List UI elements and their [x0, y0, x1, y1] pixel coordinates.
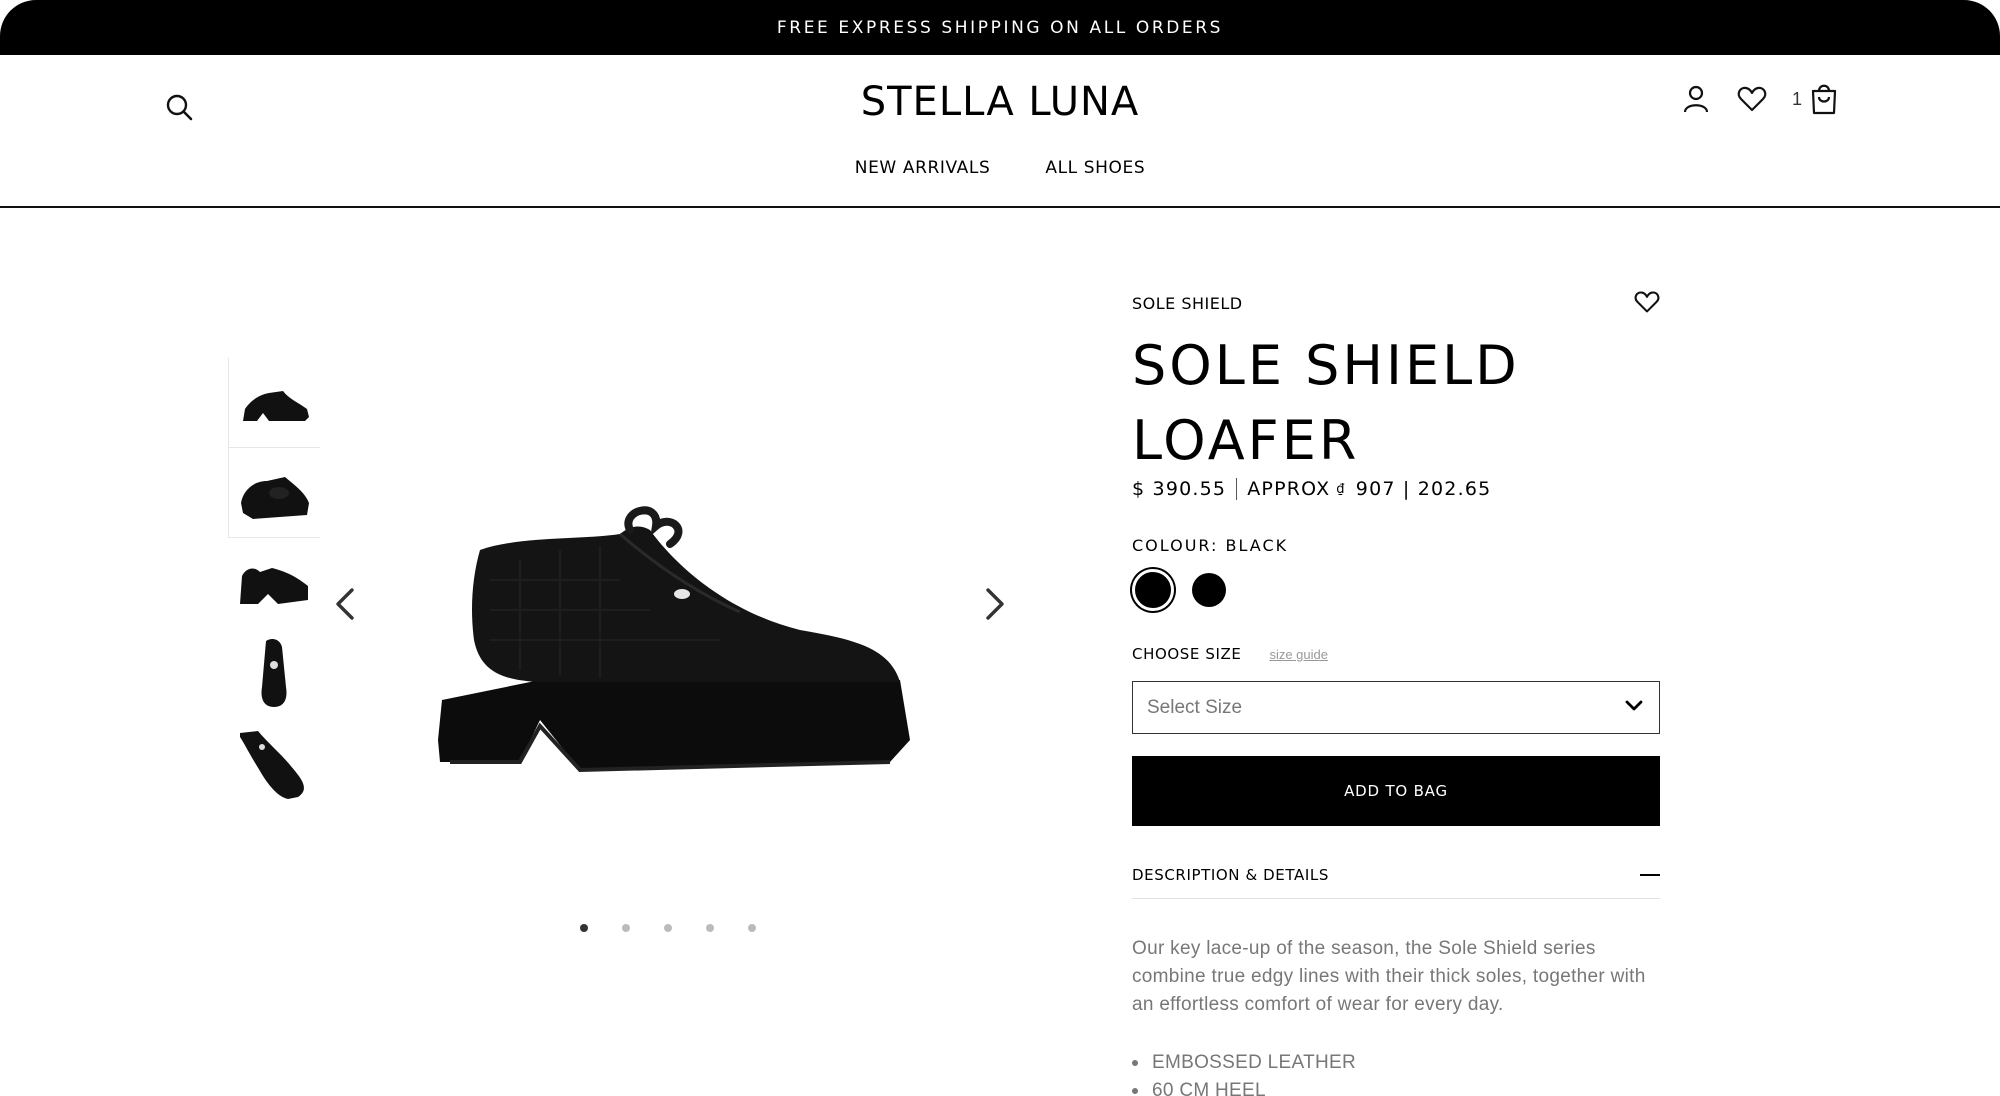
size-select-placeholder: Select Size — [1147, 696, 1243, 718]
site-header: STELLA LUNA NEW ARRIVALS ALL SHOES 1 — [0, 55, 2000, 208]
main-nav: NEW ARRIVALS ALL SHOES — [0, 158, 2000, 178]
feature-item-1: EMBOSSED LEATHER — [1132, 1049, 1660, 1077]
approx-label: APPROX — [1247, 478, 1331, 500]
brand-row: SOLE SHIELD — [1132, 290, 1660, 316]
wishlist-heart-icon[interactable] — [1634, 290, 1660, 316]
colour-label: COLOUR: BLACK — [1132, 536, 1289, 555]
promo-bar: FREE EXPRESS SHIPPING ON ALL ORDERS — [0, 0, 2000, 55]
next-image-arrow[interactable] — [980, 584, 1010, 624]
colour-swatch-black-selected[interactable] — [1132, 569, 1174, 611]
product-title: SOLE SHIELD LOAFER — [1132, 328, 1660, 478]
description-title: DESCRIPTION & DETAILS — [1132, 866, 1329, 884]
product-brand[interactable]: SOLE SHIELD — [1132, 294, 1243, 313]
price-row: $ 390.55 APPROX ₫ 907 | 202.65 — [1132, 478, 1660, 500]
cart-count: 1 — [1791, 88, 1802, 109]
thumbnail-1[interactable] — [228, 358, 320, 448]
slide-dot-1[interactable] — [580, 924, 588, 932]
slide-indicators — [580, 924, 756, 932]
size-row: CHOOSE SIZE size guide — [1132, 645, 1660, 663]
approx-currency: ₫ — [1336, 481, 1346, 497]
size-label: CHOOSE SIZE — [1132, 645, 1242, 663]
product-price: $ 390.55 — [1132, 478, 1227, 500]
colour-swatch-black[interactable] — [1192, 573, 1226, 607]
cart-button[interactable]: 1 — [1792, 83, 1840, 115]
colour-swatches — [1132, 569, 1660, 611]
nav-all-shoes[interactable]: ALL SHOES — [1045, 158, 1145, 178]
description-accordion-header[interactable]: DESCRIPTION & DETAILS — [1132, 866, 1660, 899]
page-frame: FREE EXPRESS SHIPPING ON ALL ORDERS STEL… — [0, 0, 2000, 1096]
product-main-image[interactable] — [420, 500, 940, 800]
shopping-bag-icon[interactable] — [1808, 83, 1840, 115]
chevron-down-icon — [1625, 699, 1643, 717]
product-title-line-2: LOAFER — [1132, 409, 1360, 472]
heart-icon[interactable] — [1736, 83, 1768, 115]
nav-new-arrivals[interactable]: NEW ARRIVALS — [855, 158, 991, 178]
approx-price: 907 | 202.65 — [1355, 478, 1492, 500]
product-description: Our key lace-up of the season, the Sole … — [1132, 938, 1646, 1015]
slide-dot-2[interactable] — [622, 924, 630, 932]
slide-dot-5[interactable] — [748, 924, 756, 932]
header-icons: 1 — [1680, 83, 1840, 115]
product-info: SOLE SHIELD SOLE SHIELD LOAFER $ 390.55 … — [1132, 290, 1660, 1096]
promo-text: FREE EXPRESS SHIPPING ON ALL ORDERS — [776, 17, 1224, 38]
slide-dot-4[interactable] — [706, 924, 714, 932]
account-icon[interactable] — [1680, 83, 1712, 115]
thumbnail-5[interactable] — [228, 718, 320, 808]
size-guide-link[interactable]: size guide — [1269, 647, 1328, 662]
add-to-bag-button[interactable]: ADD TO BAG — [1132, 756, 1660, 826]
thumbnail-list — [228, 358, 320, 808]
previous-image-arrow[interactable] — [330, 584, 360, 624]
price-separator — [1236, 478, 1238, 500]
product-title-line-1: SOLE SHIELD — [1132, 334, 1520, 397]
size-select[interactable]: Select Size — [1132, 681, 1660, 734]
thumbnail-3[interactable] — [228, 538, 320, 628]
thumbnail-4[interactable] — [228, 628, 320, 718]
product-features: EMBOSSED LEATHER 60 CM HEEL — [1132, 1049, 1660, 1096]
feature-item-2: 60 CM HEEL — [1132, 1077, 1660, 1096]
slide-dot-3[interactable] — [664, 924, 672, 932]
minus-icon[interactable] — [1640, 874, 1660, 876]
thumbnail-2[interactable] — [228, 448, 320, 538]
